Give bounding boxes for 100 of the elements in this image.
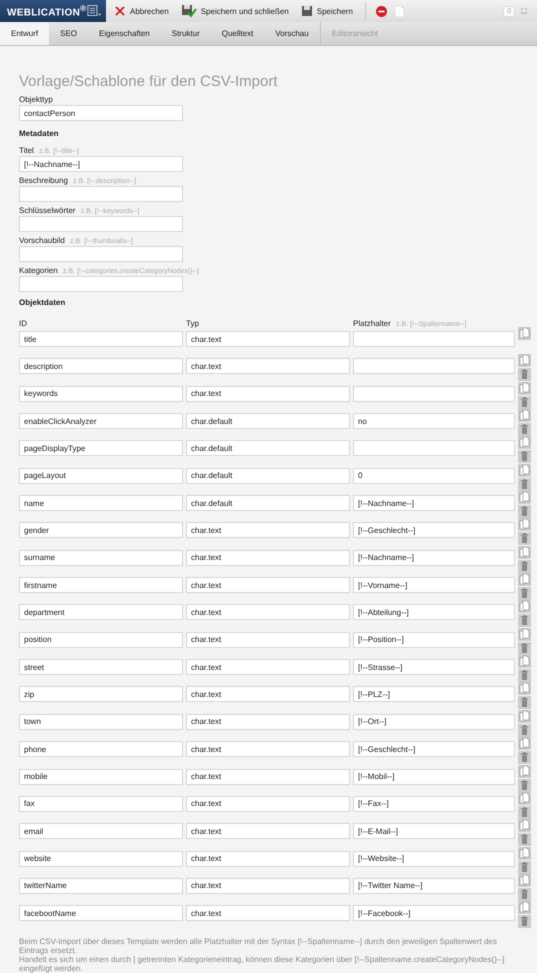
input-field[interactable]: char.default: [186, 468, 350, 484]
copy-icon[interactable]: [518, 491, 531, 504]
input-field[interactable]: 0: [353, 468, 515, 484]
copy-icon[interactable]: [518, 901, 531, 914]
input-field[interactable]: [!--Position--]: [353, 632, 515, 648]
input-field[interactable]: [!--E-Mail--]: [353, 823, 515, 840]
trash-icon[interactable]: [518, 724, 531, 737]
trash-icon[interactable]: [518, 505, 531, 518]
input-field[interactable]: pageDisplayType: [19, 440, 183, 456]
trash-icon[interactable]: [518, 888, 531, 901]
input-field[interactable]: char.default: [186, 413, 350, 430]
copy-icon[interactable]: [518, 518, 531, 532]
input-field[interactable]: [!--Geschlecht--]: [353, 522, 515, 538]
toolbar-button[interactable]: Abbrechen: [110, 1, 173, 21]
copy-icon[interactable]: [518, 655, 531, 668]
copy-icon[interactable]: [518, 737, 531, 750]
input-field[interactable]: title: [19, 331, 183, 347]
input-field[interactable]: [!--Fax--]: [353, 796, 515, 812]
input-field[interactable]: char.text: [186, 905, 350, 922]
trash-icon[interactable]: [518, 532, 531, 546]
input-field[interactable]: email: [19, 823, 183, 840]
input-field[interactable]: char.text: [186, 878, 350, 894]
input-field[interactable]: zip: [19, 686, 183, 702]
trash-icon[interactable]: [518, 778, 531, 792]
input-field[interactable]: char.text: [186, 796, 350, 812]
input-field[interactable]: pageLayout: [19, 468, 183, 484]
input-field[interactable]: [!--Nachname--]: [19, 156, 183, 172]
input-field[interactable]: enableClickAnalyzer: [19, 413, 183, 430]
input-field[interactable]: [!--Abteilung--]: [353, 604, 515, 620]
input-field[interactable]: [19, 216, 183, 232]
input-field[interactable]: contactPerson: [19, 105, 183, 121]
input-field[interactable]: char.text: [186, 768, 350, 784]
input-field[interactable]: [!--Twitter Name--]: [353, 878, 515, 894]
toolbar-button[interactable]: Speichern und schließen: [176, 1, 293, 21]
input-field[interactable]: char.text: [186, 850, 350, 867]
trash-icon[interactable]: [518, 915, 531, 928]
copy-icon[interactable]: [518, 436, 531, 450]
trash-icon[interactable]: [518, 423, 531, 436]
input-field[interactable]: facebootName: [19, 905, 183, 922]
input-field[interactable]: mobile: [19, 768, 183, 784]
input-field[interactable]: [!--Mobil--]: [353, 768, 515, 784]
input-field[interactable]: [!--Website--]: [353, 850, 515, 867]
trash-icon[interactable]: [518, 368, 531, 382]
page-icon[interactable]: [394, 6, 404, 16]
copy-icon[interactable]: [518, 382, 531, 395]
input-field[interactable]: [!--PLZ--]: [353, 686, 515, 702]
input-field[interactable]: char.text: [186, 522, 350, 538]
tab[interactable]: Eigenschaften: [88, 22, 161, 45]
copy-icon[interactable]: [518, 682, 531, 696]
input-field[interactable]: char.text: [186, 823, 350, 840]
copy-icon[interactable]: [518, 819, 531, 832]
tab[interactable]: Struktur: [160, 22, 211, 45]
trash-icon[interactable]: [518, 614, 531, 628]
input-field[interactable]: twitterName: [19, 878, 183, 894]
input-field[interactable]: char.text: [186, 331, 350, 347]
copy-icon[interactable]: [518, 464, 531, 477]
input-field[interactable]: char.text: [186, 386, 350, 402]
input-field[interactable]: [!--Strasse--]: [353, 659, 515, 676]
input-field[interactable]: department: [19, 604, 183, 620]
input-field[interactable]: [353, 331, 515, 347]
input-field[interactable]: char.default: [186, 440, 350, 456]
trash-icon[interactable]: [518, 860, 531, 874]
trash-icon[interactable]: [518, 696, 531, 710]
input-field[interactable]: [!--Facebook--]: [353, 905, 515, 922]
input-field[interactable]: [19, 246, 183, 262]
input-field[interactable]: [!--Nachname--]: [353, 495, 515, 512]
trash-icon[interactable]: [518, 642, 531, 655]
input-field[interactable]: website: [19, 850, 183, 867]
input-field[interactable]: char.text: [186, 577, 350, 594]
input-field[interactable]: char.text: [186, 604, 350, 620]
input-field[interactable]: town: [19, 714, 183, 730]
stop-icon[interactable]: [376, 6, 387, 16]
input-field[interactable]: fax: [19, 796, 183, 812]
input-field[interactable]: char.text: [186, 714, 350, 730]
input-field[interactable]: no: [353, 413, 515, 430]
input-field[interactable]: [353, 358, 515, 374]
copy-icon[interactable]: [518, 327, 531, 340]
input-field[interactable]: char.text: [186, 358, 350, 374]
input-field[interactable]: char.default: [186, 495, 350, 512]
trash-icon[interactable]: [518, 396, 531, 409]
copy-icon[interactable]: [518, 874, 531, 887]
trash-icon[interactable]: [518, 751, 531, 764]
trash-icon[interactable]: [518, 833, 531, 846]
input-field[interactable]: description: [19, 358, 183, 374]
input-field[interactable]: char.text: [186, 659, 350, 676]
trash-icon[interactable]: [518, 806, 531, 819]
input-field[interactable]: [353, 386, 515, 402]
copy-icon[interactable]: [518, 846, 531, 860]
tab[interactable]: Entwurf: [0, 22, 50, 45]
input-field[interactable]: char.text: [186, 741, 350, 758]
input-field[interactable]: [19, 186, 183, 202]
tab[interactable]: SEO: [49, 22, 88, 45]
input-field[interactable]: [353, 440, 515, 456]
smiley-icon[interactable]: [519, 6, 529, 16]
toolbar-button[interactable]: Speichern: [296, 1, 357, 21]
copy-icon[interactable]: [518, 764, 531, 778]
copy-icon[interactable]: [518, 710, 531, 723]
copy-icon[interactable]: [518, 573, 531, 586]
input-field[interactable]: char.text: [186, 550, 350, 566]
input-field[interactable]: [!--Ort--]: [353, 714, 515, 730]
